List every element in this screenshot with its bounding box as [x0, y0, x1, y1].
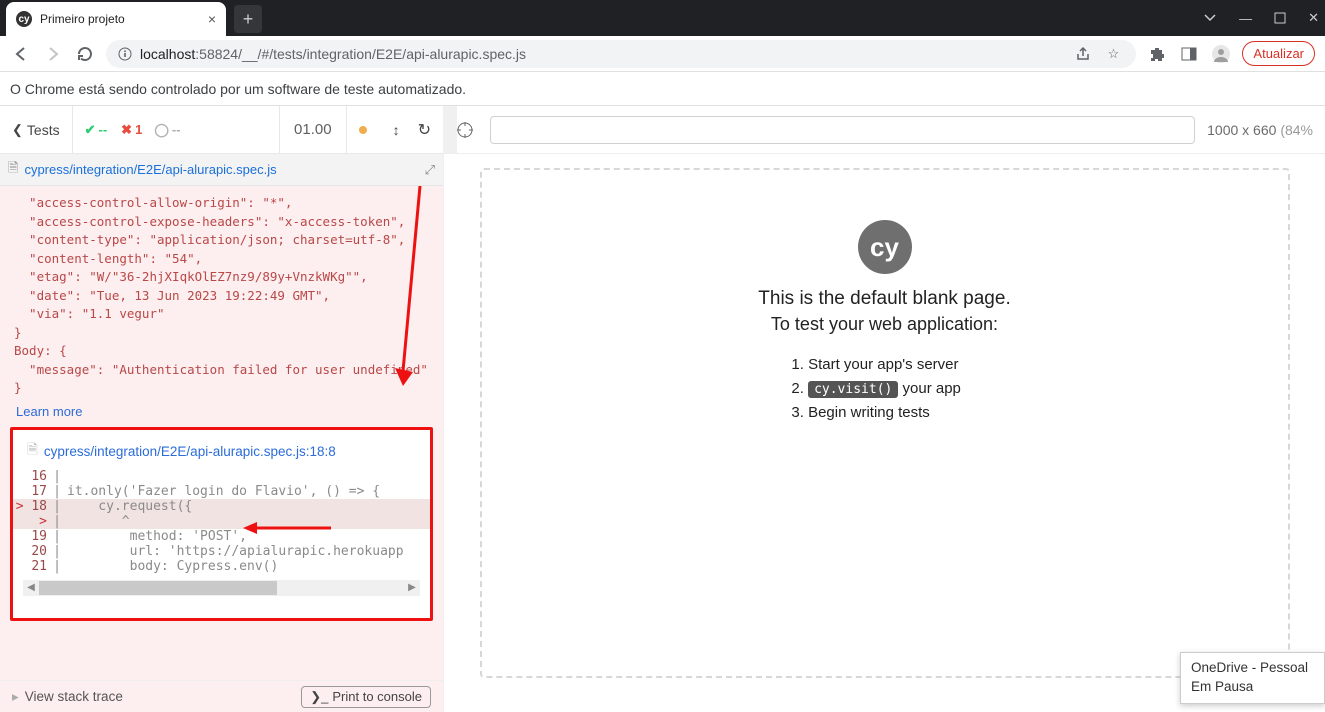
file-icon: 🗎 — [27, 440, 38, 463]
expand-icon[interactable]: ⤢ — [425, 162, 435, 178]
sidepanel-icon[interactable] — [1178, 43, 1200, 65]
address-bar[interactable]: localhost:58824/__/#/tests/integration/E… — [106, 40, 1136, 68]
blank-page-subheading: To test your web application: — [771, 314, 998, 335]
update-button[interactable]: Atualizar — [1242, 41, 1315, 66]
aut-url-input[interactable] — [490, 116, 1195, 144]
maximize-icon[interactable] — [1274, 12, 1286, 24]
aut-toolbar: 1000 x 660 (84% — [444, 106, 1325, 154]
reload-icon[interactable] — [74, 43, 96, 65]
view-stack-trace-link[interactable]: View stack trace — [25, 689, 123, 704]
step-3: Begin writing tests — [808, 401, 961, 425]
close-tab-icon[interactable]: × — [208, 11, 216, 27]
code-location-text: cypress/integration/E2E/api-alurapic.spe… — [44, 444, 336, 459]
browser-tab[interactable]: cy Primeiro projeto × — [6, 2, 226, 36]
url-text: localhost:58824/__/#/tests/integration/E… — [140, 46, 1064, 62]
code-snippet: cy.visit() — [808, 381, 898, 398]
selector-playground-icon[interactable] — [456, 121, 478, 139]
reporter-body[interactable]: "access-control-allow-origin": "*", "acc… — [0, 186, 443, 680]
error-response-block: "access-control-allow-origin": "*", "acc… — [8, 192, 435, 400]
cypress-reporter-pane: ❮ Tests ✔ -- ✖ 1 ◯ -- 01.00 ↕ ↻ 🗎 cypres… — [0, 106, 444, 712]
code-frame: 🗎 cypress/integration/E2E/api-alurapic.s… — [10, 427, 433, 621]
forward-icon[interactable] — [42, 43, 64, 65]
step-1: Start your app's server — [808, 353, 961, 377]
window-controls: — ✕ — [1203, 0, 1319, 36]
viewport-size-label[interactable]: 1000 x 660 (84% — [1207, 122, 1313, 138]
chevron-down-icon[interactable] — [1203, 11, 1217, 25]
reporter-header: ❮ Tests ✔ -- ✖ 1 ◯ -- 01.00 ↕ ↻ — [0, 106, 443, 154]
aut-iframe-area: cy This is the default blank page. To te… — [444, 154, 1325, 712]
aut-preview-pane: 1000 x 660 (84% cy This is the default b… — [444, 106, 1325, 712]
share-icon[interactable] — [1072, 43, 1094, 65]
tab-title: Primeiro projeto — [40, 12, 200, 26]
browser-tabbar: cy Primeiro projeto × + — ✕ — [0, 0, 1325, 36]
blank-page-steps: Start your app's server cy.visit() your … — [808, 353, 961, 425]
caret-right-icon: ▸ — [12, 689, 19, 705]
onedrive-toast[interactable]: OneDrive - Pessoal Em Pausa — [1180, 652, 1325, 704]
aut-blank-page: cy This is the default blank page. To te… — [480, 168, 1290, 678]
learn-more-link[interactable]: Learn more — [8, 400, 90, 423]
passed-count: ✔ -- — [85, 122, 108, 138]
scroll-left-icon[interactable]: ◀ — [23, 582, 39, 593]
reporter-footer: ▸ View stack trace ❯_ Print to console — [0, 680, 443, 712]
scroll-right-icon[interactable]: ▶ — [404, 582, 420, 593]
code-location-link[interactable]: 🗎 cypress/integration/E2E/api-alurapic.s… — [13, 440, 430, 469]
run-duration: 01.00 — [280, 106, 347, 154]
status-dot-icon — [359, 126, 367, 134]
info-icon — [118, 47, 132, 61]
print-to-console-button[interactable]: ❯_ Print to console — [301, 686, 431, 708]
close-window-icon[interactable]: ✕ — [1308, 10, 1319, 26]
back-icon[interactable] — [10, 43, 32, 65]
browser-toolbar: localhost:58824/__/#/tests/integration/E… — [0, 36, 1325, 72]
rerun-icon[interactable]: ↻ — [418, 120, 431, 140]
code-lines: 16|17|it.only('Fazer login do Flavio', (… — [13, 469, 430, 574]
toast-title: OneDrive - Pessoal — [1191, 659, 1308, 678]
tests-back-label: Tests — [27, 122, 60, 138]
spec-path-text: cypress/integration/E2E/api-alurapic.spe… — [24, 162, 276, 177]
extensions-icon[interactable] — [1146, 43, 1168, 65]
cypress-favicon: cy — [16, 11, 32, 27]
blank-page-heading: This is the default blank page. — [758, 288, 1010, 310]
toast-status: Em Pausa — [1191, 678, 1308, 697]
automation-banner-text: O Chrome está sendo controlado por um so… — [10, 81, 466, 97]
failed-count: ✖ 1 — [121, 122, 142, 138]
pending-count: ◯ -- — [154, 122, 180, 138]
terminal-icon: ❯_ — [310, 689, 328, 705]
file-icon: 🗎 — [8, 159, 18, 181]
horizontal-scrollbar[interactable]: ◀ ▶ — [23, 580, 420, 596]
run-controls: ↕ ↻ — [347, 106, 443, 154]
automation-banner: O Chrome está sendo controlado por um so… — [0, 72, 1325, 106]
bookmark-star-icon[interactable]: ☆ — [1102, 43, 1124, 65]
spec-path-bar[interactable]: 🗎 cypress/integration/E2E/api-alurapic.s… — [0, 154, 443, 186]
next-prev-icon[interactable]: ↕ — [393, 122, 400, 138]
chevron-left-icon: ❮ — [12, 122, 23, 138]
run-stats: ✔ -- ✖ 1 ◯ -- — [73, 106, 280, 154]
print-to-console-label: Print to console — [332, 689, 422, 704]
cypress-logo-icon: cy — [858, 220, 912, 274]
tests-back-button[interactable]: ❮ Tests — [0, 106, 73, 154]
scrollbar-thumb[interactable] — [39, 581, 277, 595]
step-2: cy.visit() your app — [808, 377, 961, 401]
profile-avatar-icon[interactable] — [1210, 43, 1232, 65]
minimize-icon[interactable]: — — [1239, 11, 1252, 26]
new-tab-button[interactable]: + — [234, 5, 262, 33]
annotation-arrow-icon — [243, 520, 333, 536]
